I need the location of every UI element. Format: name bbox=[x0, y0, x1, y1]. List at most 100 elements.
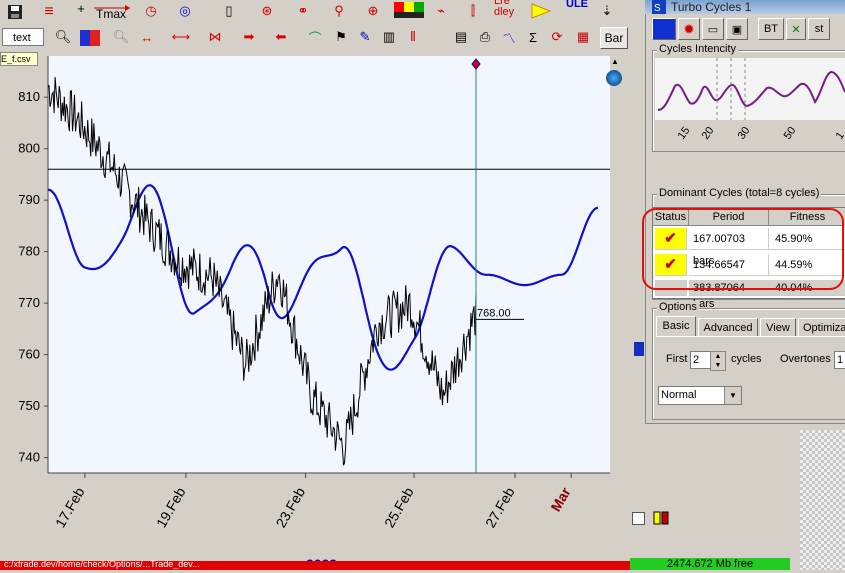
app-icon: S bbox=[652, 0, 666, 14]
dock-marker bbox=[634, 342, 644, 356]
intensity-tick: 15 bbox=[676, 125, 693, 142]
wave-icon[interactable]: ⊛ bbox=[256, 0, 278, 22]
first-label: First bbox=[666, 353, 688, 365]
overtones-label: Overtones bbox=[780, 353, 831, 365]
intensity-title: Cycles Intencity bbox=[657, 43, 739, 55]
stop-icon[interactable]: ✹ bbox=[678, 18, 700, 40]
panel-title[interactable]: Turbo Cycles 1 bbox=[645, 0, 845, 14]
svg-text:S: S bbox=[654, 3, 661, 14]
arrow-down-icon[interactable]: ⇣ bbox=[596, 0, 618, 22]
page-icon[interactable]: ▯ bbox=[218, 0, 240, 22]
tab-divider bbox=[656, 336, 845, 337]
run-button[interactable] bbox=[652, 18, 676, 40]
sigma-icon[interactable]: ⌁ bbox=[430, 0, 452, 22]
add-icon[interactable]: + bbox=[70, 0, 92, 19]
refresh-icon[interactable]: ⟳ bbox=[546, 26, 568, 48]
save-icon-panel[interactable]: ▣ bbox=[726, 18, 748, 40]
file-tag: E_f.csv bbox=[0, 52, 38, 66]
chart-area[interactable]: 810 800 790 780 770 760 750 740 17.Feb 19.Feb 23.F… bbox=[0, 50, 630, 572]
intensity-chart: 15 20 30 50 1 bbox=[655, 58, 845, 142]
main-toolbar: ≡ + Tmax ◷ ◎ ▯ ⊛ ⚭ ⚲ ⊕ ⌁ ⫿ Lre dley ULE … bbox=[0, 0, 640, 25]
price-chart[interactable]: 810 800 790 780 770 760 750 740 17.Feb 19.Feb 23.F… bbox=[0, 50, 630, 572]
target-icon[interactable]: ⊕ bbox=[362, 0, 384, 22]
compress-icon[interactable]: ⋈ bbox=[204, 26, 226, 48]
menu-icon[interactable]: ≡ bbox=[38, 1, 60, 23]
candles-icon[interactable]: ⫿ bbox=[462, 0, 484, 22]
bar-button[interactable]: Bar bbox=[600, 27, 628, 49]
cycles-label: cycles bbox=[731, 353, 762, 365]
print-icon[interactable]: ⎙ bbox=[474, 26, 496, 48]
ule-label[interactable]: ULE bbox=[566, 0, 588, 10]
columns-icon[interactable]: ▥ bbox=[378, 26, 400, 48]
mode-select[interactable]: Normal ▼ bbox=[658, 386, 742, 405]
mode-value: Normal bbox=[661, 389, 697, 401]
chart-toolbar: text 🔍︎ 🔍︎ ↔ ⟷ ⋈ ➡ ⬅ ⌒ ⚑ ✎ ▥ ⦀ ▤ ⎙ 〽 Σ ⟳… bbox=[0, 24, 630, 51]
arrow-left-icon[interactable]: ⬅ bbox=[270, 26, 292, 48]
status-bar: c:/xtrade.dev/home/check/Options/...Trad… bbox=[0, 559, 630, 570]
save-icon[interactable] bbox=[4, 1, 26, 23]
x-tick-label: 17.Feb bbox=[52, 484, 88, 530]
clock-icon[interactable]: ◷ bbox=[140, 0, 162, 22]
y-tick-label: 780 bbox=[18, 244, 40, 259]
dock-checkbox[interactable] bbox=[632, 512, 645, 525]
scroll-up-icon[interactable]: ▲ bbox=[606, 56, 624, 67]
globe-icon[interactable]: ◎ bbox=[174, 0, 196, 22]
dominant-title: Dominant Cycles (total=8 cycles) bbox=[657, 187, 822, 199]
tab-basic[interactable]: Basic bbox=[656, 316, 696, 337]
excel-icon[interactable]: ✕ bbox=[786, 18, 806, 40]
color-icon[interactable] bbox=[80, 30, 100, 46]
tab-optimize[interactable]: Optimiza bbox=[798, 318, 845, 337]
tmax-button[interactable]: Tmax bbox=[92, 3, 132, 23]
dley-label: dley bbox=[494, 6, 515, 18]
globe-icon-chart[interactable] bbox=[606, 70, 622, 86]
x-tick-label: 19.Feb bbox=[153, 484, 189, 530]
zoom-icon[interactable]: 🔍︎ bbox=[52, 26, 74, 48]
y-tick-label: 750 bbox=[18, 398, 40, 413]
y-tick-label: 740 bbox=[18, 450, 40, 465]
panel-toolbar: ✹ ▭ ▣ BT ✕ st bbox=[648, 18, 842, 42]
tmax-label: Tmax bbox=[96, 7, 126, 21]
memory-status: 2474.672 Mb free bbox=[630, 558, 790, 570]
document-icon[interactable]: ▤ bbox=[450, 26, 472, 48]
needle-icon[interactable]: ⚲ bbox=[328, 0, 350, 22]
dley-button[interactable]: Lre dley bbox=[494, 0, 524, 22]
first-stepper[interactable]: ▲ ▼ bbox=[710, 351, 726, 371]
tab-view[interactable]: View bbox=[760, 318, 796, 337]
color-bar-icon[interactable] bbox=[394, 2, 424, 20]
text-field[interactable]: text bbox=[2, 28, 44, 46]
intensity-tick: 30 bbox=[736, 125, 753, 142]
chart-icon[interactable]: 〽 bbox=[498, 26, 520, 48]
x-tick-label: 25.Feb bbox=[381, 484, 417, 530]
x-tick-label: Mar bbox=[547, 484, 574, 514]
pencil-icon[interactable]: ✎ bbox=[354, 26, 376, 48]
zoom-disabled-icon[interactable]: 🔍︎ bbox=[110, 26, 132, 48]
arc-icon[interactable]: ⌒ bbox=[304, 26, 326, 48]
tab-advanced[interactable]: Advanced bbox=[698, 318, 758, 337]
sum-icon[interactable]: Σ bbox=[522, 26, 544, 48]
y-tick-label: 790 bbox=[18, 192, 40, 207]
x-tick-label: 27.Feb bbox=[482, 484, 518, 530]
open-icon[interactable]: ▭ bbox=[702, 18, 724, 40]
intensity-tick: 1 bbox=[834, 130, 845, 142]
st-button[interactable]: st bbox=[808, 18, 830, 40]
options-title: Options bbox=[657, 301, 699, 313]
bt-button[interactable]: BT bbox=[758, 18, 784, 40]
calculator-icon[interactable]: ▦ bbox=[572, 26, 594, 48]
last-price-label: 768.00 bbox=[477, 307, 511, 319]
intensity-tick: 20 bbox=[700, 125, 717, 142]
rings-icon[interactable]: ⚭ bbox=[292, 0, 314, 22]
highlight-ring bbox=[642, 208, 844, 290]
flag-icon[interactable] bbox=[530, 2, 552, 20]
stretch-icon[interactable]: ↔ bbox=[136, 26, 158, 48]
y-tick-label: 810 bbox=[18, 89, 40, 104]
marker-icon[interactable]: ⦀ bbox=[402, 26, 424, 48]
dock-pattern bbox=[800, 430, 845, 570]
y-tick-label: 800 bbox=[18, 141, 40, 156]
tool-icon[interactable] bbox=[652, 508, 672, 528]
expand-icon[interactable]: ⟷ bbox=[170, 26, 192, 48]
overtones-input[interactable]: 1 bbox=[834, 351, 845, 369]
chevron-down-icon[interactable]: ▼ bbox=[724, 387, 741, 404]
x-tick-label: 23.Feb bbox=[273, 484, 309, 530]
arrow-right-icon[interactable]: ➡ bbox=[238, 26, 260, 48]
pin-icon[interactable]: ⚑ bbox=[330, 26, 352, 48]
